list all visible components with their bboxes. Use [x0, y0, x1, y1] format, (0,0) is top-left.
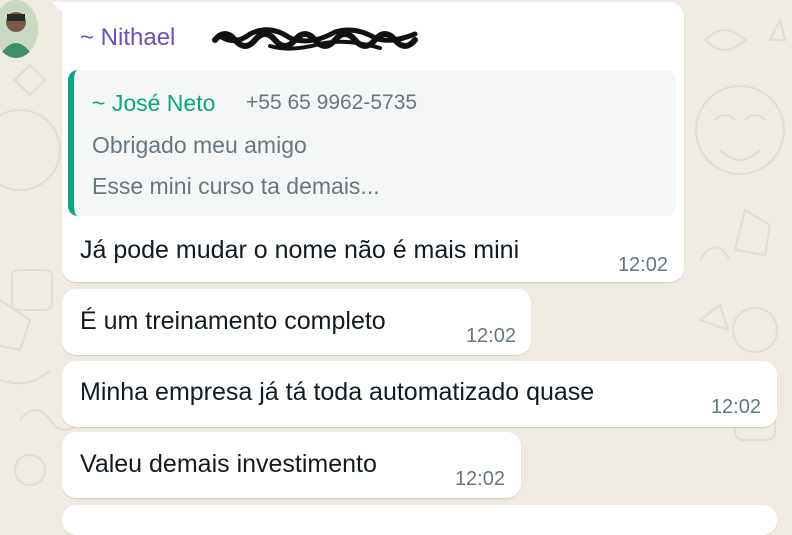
quoted-author: ~ José Neto	[92, 90, 216, 116]
message-bubble[interactable]: Valeu demais investimento 12:02	[62, 432, 521, 498]
message-text: Já pode mudar o nome não é mais mini	[80, 236, 520, 264]
redaction-scribble-icon	[212, 27, 418, 51]
quoted-message[interactable]: ~ José Neto +55 65 9962-5735 Obrigado me…	[68, 70, 676, 216]
message-bubble[interactable]: Minha empresa já tá toda automatizado qu…	[62, 361, 777, 427]
message-time: 12:02	[617, 254, 668, 276]
sender-name[interactable]: ~ Nithael	[80, 24, 175, 52]
avatar[interactable]	[0, 0, 38, 58]
message-text: Minha empresa já tá toda automatizado qu…	[80, 378, 595, 406]
message-time: 12:02	[454, 468, 505, 490]
message-bubble[interactable]: ~ Nithael ~ José Neto +55 65 9962-5735 O…	[62, 2, 684, 282]
message-text: Valeu demais investimento	[80, 450, 377, 478]
quoted-text-line: Esse mini curso ta demais...	[92, 173, 380, 199]
user-avatar-icon	[0, 0, 38, 58]
message-time: 12:02	[710, 396, 761, 418]
message-text: É um treinamento completo	[80, 307, 386, 335]
message-bubble[interactable]: É um treinamento completo 12:02	[62, 289, 531, 355]
quoted-phone: +55 65 9962-5735	[246, 91, 418, 114]
message-time: 12:02	[465, 325, 516, 347]
quoted-text-line: Obrigado meu amigo	[92, 132, 307, 158]
